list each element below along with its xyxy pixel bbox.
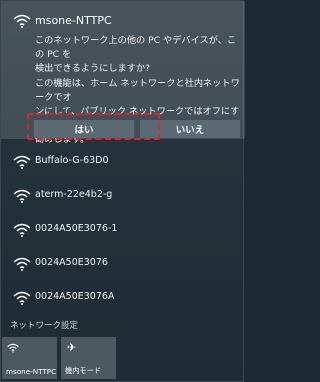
network-name: Buffalo-G-63D0 [35, 155, 109, 166]
network-item-0024a50e3076a[interactable]: 0024A50E3076A [1, 280, 245, 316]
wifi-icon [13, 155, 31, 169]
wifi-icon [13, 291, 31, 305]
wifi-icon [7, 343, 19, 353]
wifi-icon [13, 223, 31, 237]
network-name: 0024A50E3076-1 [35, 223, 118, 234]
network-settings-link[interactable]: ネットワーク設定 [10, 319, 78, 331]
airplane-mode-tile[interactable]: ✈ 機内モード [61, 337, 116, 379]
network-item-0024a50e3076[interactable]: 0024A50E3076 [1, 246, 245, 282]
wifi-icon [13, 257, 31, 271]
wifi-quick-action-tile[interactable]: msone-NTTPC [2, 337, 57, 379]
network-item-buffalo[interactable]: Buffalo-G-63D0 [1, 144, 245, 180]
network-name: aterm-22e4b2-g [35, 189, 113, 200]
wifi-icon [13, 14, 31, 28]
network-name: 0024A50E3076A [35, 291, 115, 302]
network-item-0024a50e3076-1[interactable]: 0024A50E3076-1 [1, 212, 245, 248]
discovery-question: このネットワーク上の他の PC やデバイスが、この PC を 検出できるようにし… [35, 35, 237, 74]
wifi-icon [13, 189, 31, 203]
network-name: 0024A50E3076 [35, 257, 108, 268]
airplane-icon: ✈ [67, 341, 77, 354]
connected-network-name: msone-NTTPC [35, 14, 112, 27]
network-flyout: msone-NTTPC このネットワーク上の他の PC やデバイスが、この PC… [0, 0, 245, 382]
connected-network-section[interactable]: msone-NTTPC このネットワーク上の他の PC やデバイスが、この PC… [1, 1, 245, 145]
yes-button-highlight [27, 113, 160, 140]
tile-label: 機内モード [65, 366, 101, 375]
tile-label: msone-NTTPC [6, 367, 57, 376]
network-item-aterm[interactable]: aterm-22e4b2-g [1, 178, 245, 214]
